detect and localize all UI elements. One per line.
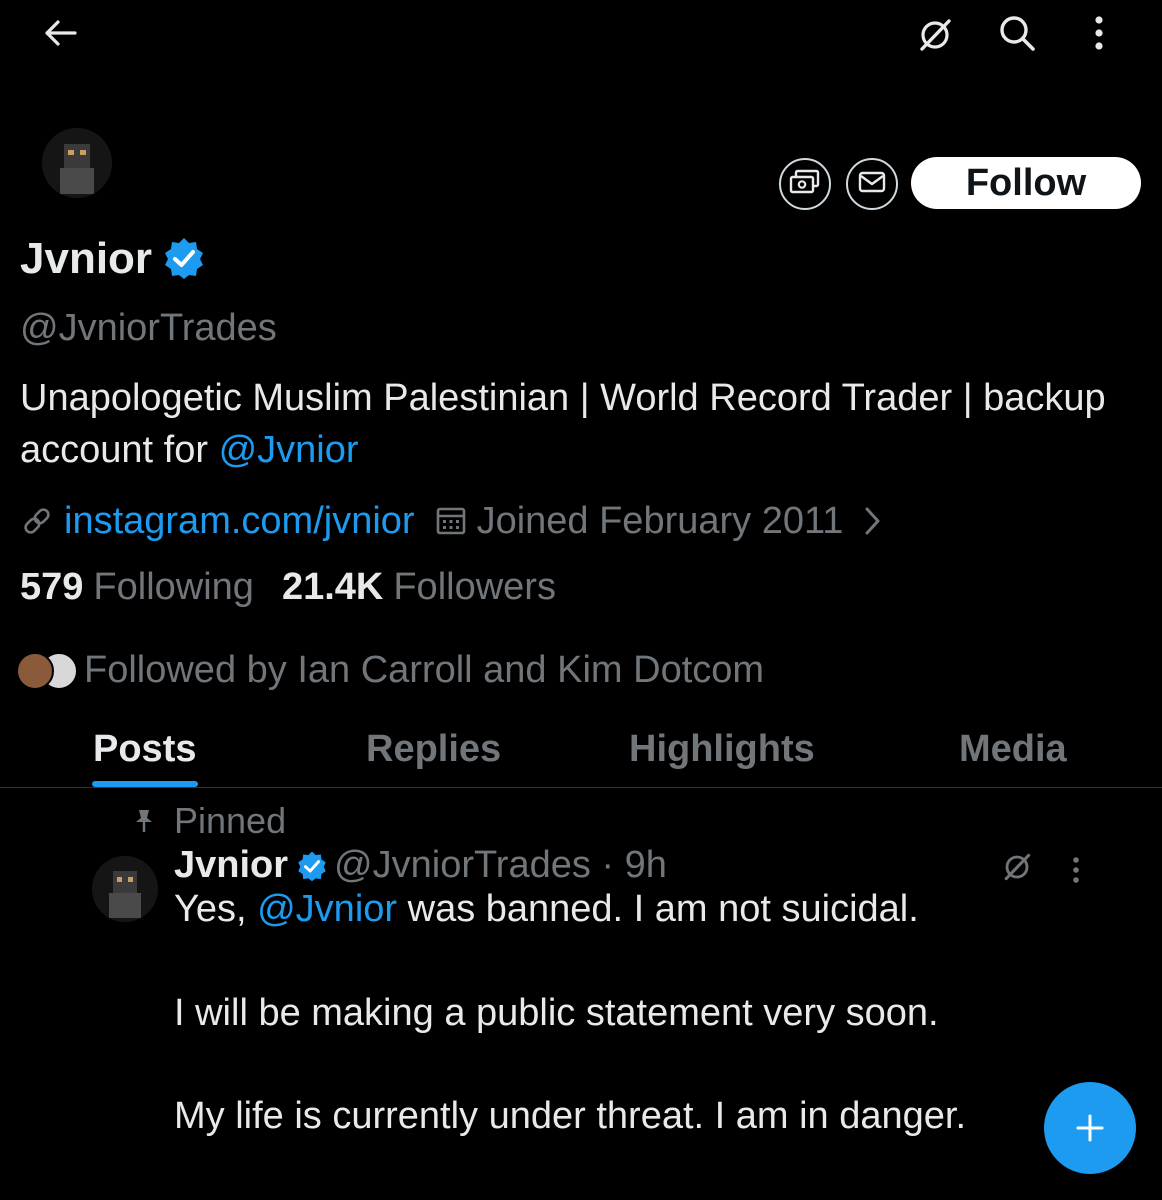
post-header: Jvnior @JvniorTrades · 9h (174, 844, 667, 887)
post-text-line: I will be making a public statement very… (174, 992, 939, 1034)
avatar (16, 652, 54, 690)
post-text-line: Yes, @Jvnior was banned. I am not suicid… (174, 888, 919, 931)
website-link[interactable]: instagram.com/jvnior (64, 500, 415, 543)
link-icon (20, 504, 54, 538)
post-mention-link[interactable]: @Jvnior (257, 888, 397, 930)
grok-icon[interactable] (910, 10, 960, 60)
followers-stat[interactable]: 21.4K Followers (282, 566, 556, 609)
following-stat[interactable]: 579 Following (20, 566, 254, 609)
followers-label: Followers (393, 566, 556, 608)
tab-media[interactable]: Media (959, 728, 1067, 771)
chevron-right-icon[interactable] (863, 506, 881, 536)
tab-highlights[interactable]: Highlights (629, 728, 815, 771)
followers-count: 21.4K (281, 566, 384, 608)
followed-by-row[interactable]: Followed by Ian Carroll and Kim Dotcom (16, 648, 764, 692)
pinned-indicator: Pinned (134, 800, 286, 842)
pinned-label: Pinned (174, 800, 287, 841)
verified-badge-icon[interactable] (296, 850, 328, 882)
post-text-segment: Yes, (174, 888, 258, 930)
tab-posts[interactable]: Posts (93, 728, 196, 771)
compose-button[interactable] (1044, 1082, 1136, 1174)
post-author-name[interactable]: Jvnior (174, 844, 288, 887)
profile-meta-row: instagram.com/jvnior Joined February 201… (20, 496, 881, 546)
profile-stats: 579 Following 21.4K Followers (20, 566, 556, 609)
joined-date: Joined February 2011 (476, 499, 844, 542)
bio-mention-link[interactable]: @Jvnior (219, 429, 359, 471)
profile-tabs: Posts Replies Highlights Media (0, 720, 1162, 788)
post-text-segment: was banned. I am not suicidal. (397, 888, 919, 930)
search-icon[interactable] (992, 8, 1042, 58)
calendar-icon (435, 505, 467, 537)
profile-avatar[interactable] (42, 128, 112, 198)
follower-avatars (16, 648, 78, 692)
pin-icon (134, 808, 158, 834)
active-tab-indicator (92, 781, 198, 787)
following-label: Following (93, 566, 254, 608)
tab-replies[interactable]: Replies (366, 728, 501, 771)
verified-badge-icon[interactable] (162, 236, 206, 280)
post-author-avatar[interactable] (92, 856, 158, 922)
follow-button[interactable]: Follow (911, 157, 1141, 209)
message-button[interactable] (846, 158, 898, 210)
profile-bio: Unapologetic Muslim Palestinian | World … (20, 372, 1140, 476)
arrow-left-icon[interactable] (36, 12, 86, 54)
followed-by-text: Followed by Ian Carroll and Kim Dotcom (84, 648, 765, 691)
more-vertical-icon[interactable] (1062, 852, 1090, 888)
top-bar (0, 0, 1162, 70)
following-count: 579 (20, 566, 84, 608)
tip-button[interactable] (779, 158, 831, 210)
bio-text: Unapologetic Muslim Palestinian | World … (20, 377, 1106, 471)
post-author-handle-time: @JvniorTrades · 9h (334, 844, 667, 886)
plus-icon (1075, 1113, 1105, 1143)
post-text-line: My life is currently under threat. I am … (174, 1095, 967, 1137)
envelope-icon (858, 171, 886, 198)
profile-handle: @JvniorTrades (20, 307, 277, 349)
more-vertical-icon[interactable] (1076, 10, 1122, 56)
grok-icon[interactable] (1002, 852, 1042, 888)
money-tip-icon (789, 169, 821, 200)
profile-display-name: Jvnior (20, 234, 153, 283)
